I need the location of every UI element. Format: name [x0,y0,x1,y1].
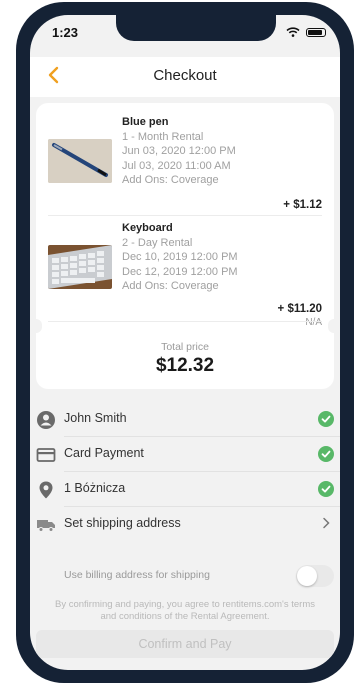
item-details: Keyboard 2 - Day Rental Dec 10, 2019 12:… [122,221,238,294]
screen: 1:23 Checkout Blue pen 1 - Month Rental … [30,15,340,670]
item-price: + $11.20 [277,303,322,315]
wifi-icon [286,27,300,37]
card-icon [36,448,56,462]
location-pin-icon [39,481,53,499]
item-price: + $1.12 [283,199,322,211]
divider [48,321,322,322]
item-price-note: N/A [305,317,322,328]
customer-name: John Smith [64,411,127,425]
chevron-right-icon [323,517,330,529]
cart-item[interactable]: Blue pen 1 - Month Rental Jun 03, 2020 1… [48,115,322,211]
item-name: Keyboard [122,222,173,234]
billing-address: 1 Bóżnicza [64,481,126,495]
billing-for-shipping-toggle[interactable] [296,565,334,587]
page-title: Checkout [153,67,217,84]
toggle-knob [297,566,317,586]
card-cutout-right [328,319,340,333]
check-icon [318,481,334,497]
card-cutout-left [30,319,42,333]
item-rental-period: 2 - Day Rental [122,236,193,249]
confirm-and-pay-button[interactable]: Confirm and Pay [36,630,334,658]
user-icon [37,411,55,429]
terms-text: By confirming and paying, you agree to r… [54,599,315,622]
blue-pen-image [48,139,112,183]
keyboard-image [48,245,112,289]
check-icon [318,446,334,462]
divider [48,215,322,216]
payment-row[interactable]: Card Payment [36,437,340,472]
truck-icon [37,520,55,532]
item-name: Blue pen [122,116,169,128]
shipping-address-row[interactable]: Set shipping address [37,507,340,541]
item-start-date: Jun 03, 2020 12:00 PM [122,145,236,157]
nav-bar: Checkout [30,57,340,97]
customer-row[interactable]: John Smith [37,402,340,437]
checkout-details-list: John Smith Card Payment 1 Bóżnicza Set s… [30,402,340,541]
item-addons: Add Ons: Coverage [122,174,219,186]
total-label: Total price [161,341,209,353]
battery-icon [306,27,326,37]
status-icons [286,27,326,37]
payment-method: Card Payment [64,446,144,460]
item-addons: Add Ons: Coverage [122,280,219,292]
total-value: $12.32 [155,355,215,376]
billing-address-row[interactable]: 1 Bóżnicza [39,472,340,507]
check-icon [318,411,334,427]
item-end-date: Jul 03, 2020 11:00 AM [122,159,231,172]
item-details: Blue pen 1 - Month Rental Jun 03, 2020 1… [122,115,236,188]
billing-for-shipping-label: Use billing address for shipping [64,569,210,581]
phone-frame: 1:23 Checkout Blue pen 1 - Month Rental … [16,2,354,683]
billing-for-shipping-row: Use billing address for shipping [64,562,334,590]
status-time: 1:23 [52,25,79,40]
order-summary-card: Blue pen 1 - Month Rental Jun 03, 2020 1… [30,103,340,389]
item-rental-period: 1 - Month Rental [122,130,204,143]
item-start-date: Dec 10, 2019 12:00 PM [122,251,238,263]
cart-item[interactable]: Keyboard 2 - Day Rental Dec 10, 2019 12:… [48,221,322,328]
shipping-address-label: Set shipping address [64,516,181,530]
item-end-date: Dec 12, 2019 12:00 PM [122,265,238,278]
notch [116,15,276,41]
